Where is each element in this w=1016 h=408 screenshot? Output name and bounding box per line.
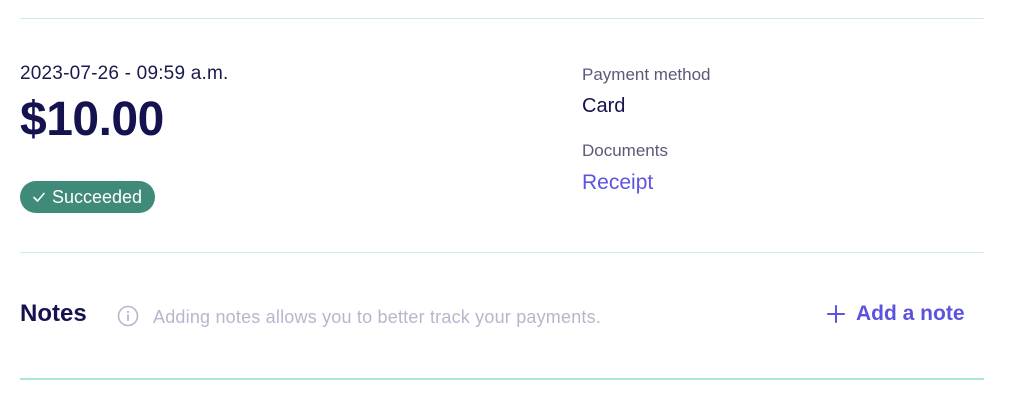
status-label: Succeeded [52,186,143,207]
top-divider [20,18,984,19]
payment-method-value: Card [582,95,626,117]
plus-icon [826,304,846,324]
check-icon [32,190,46,204]
payment-datetime: 2023-07-26 - 09:59 a.m. [20,63,229,84]
payment-amount: $10.00 [20,93,164,146]
bottom-divider [20,378,984,380]
status-badge: Succeeded [20,181,156,213]
middle-divider [20,252,984,253]
notes-hint: Adding notes allows you to better track … [153,307,602,327]
payment-method-label: Payment method [582,65,711,84]
info-icon [117,305,139,327]
add-note-button[interactable]: Add a note [826,302,965,326]
receipt-link[interactable]: Receipt [582,171,653,195]
notes-title: Notes [20,300,87,327]
add-note-label: Add a note [856,302,965,325]
documents-label: Documents [582,141,668,160]
